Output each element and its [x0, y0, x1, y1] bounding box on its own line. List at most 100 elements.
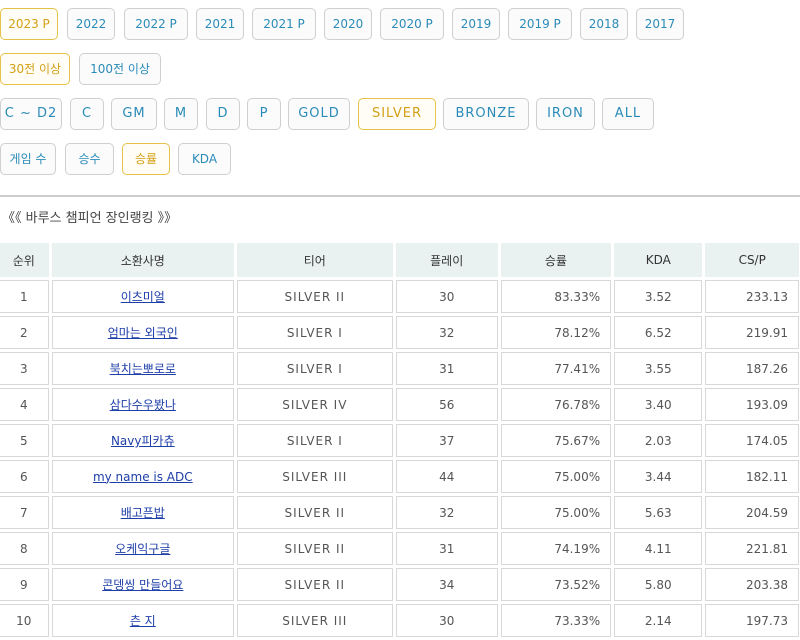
cell-summoner-name: 북치는뽀로로: [51, 352, 234, 385]
cell-tier: SILVER II: [236, 568, 393, 601]
cell-plays: 30: [395, 604, 498, 637]
filter-year-2020p[interactable]: 2020 P: [380, 8, 444, 40]
table-row: 2 엄마는 외국인 SILVER I 32 78.12% 6.52 219.91: [0, 316, 799, 349]
cell-winrate: 77.41%: [500, 352, 612, 385]
filter-tier-p[interactable]: P: [247, 98, 281, 130]
summoner-name-link[interactable]: 배고픈밥: [121, 506, 165, 520]
cell-winrate: 75.00%: [500, 496, 612, 529]
filter-year-2022p[interactable]: 2022 P: [124, 8, 188, 40]
cell-plays: 31: [395, 532, 498, 565]
table-row: 1 이츠미얼 SILVER II 30 83.33% 3.52 233.13: [0, 280, 799, 313]
filter-year-2022[interactable]: 2022: [67, 8, 115, 40]
cell-tier: SILVER III: [236, 604, 393, 637]
cell-kda: 5.80: [614, 568, 703, 601]
filter-30-games[interactable]: 30전 이상: [0, 53, 70, 85]
table-row: 7 배고픈밥 SILVER II 32 75.00% 5.63 204.59: [0, 496, 799, 529]
filter-100-games[interactable]: 100전 이상: [79, 53, 161, 85]
cell-tier: SILVER I: [236, 424, 393, 457]
cell-tier: SILVER III: [236, 460, 393, 493]
sort-winrate-button[interactable]: 승률: [122, 143, 170, 175]
cell-cs: 203.38: [705, 568, 799, 601]
cell-cs: 193.09: [705, 388, 799, 421]
summoner-name-link[interactable]: my name is ADC: [93, 470, 193, 484]
ranking-table: 순위 소환사명 티어 플레이 승률 KDA CS/P 1 이츠미얼 SILVER I…: [0, 240, 800, 640]
summoner-name-link[interactable]: Navy피카츄: [111, 434, 175, 448]
filter-year-2021[interactable]: 2021: [196, 8, 244, 40]
summoner-name-link[interactable]: 엄마는 외국인: [108, 326, 178, 340]
cell-rank: 8: [0, 532, 49, 565]
table-row: 9 콘뎅씽 만들어요 SILVER II 34 73.52% 5.80 203.38: [0, 568, 799, 601]
cell-plays: 32: [395, 496, 498, 529]
table-row: 5 Navy피카츄 SILVER I 37 75.67% 2.03 174.05: [0, 424, 799, 457]
table-row: 4 삼다수우봤나 SILVER IV 56 76.78% 3.40 193.09: [0, 388, 799, 421]
filter-year-2020[interactable]: 2020: [324, 8, 372, 40]
filter-year-2021p[interactable]: 2021 P: [252, 8, 316, 40]
filter-tier-bronze[interactable]: BRONZE: [443, 98, 529, 130]
filter-year-2019p[interactable]: 2019 P: [508, 8, 572, 40]
cell-cs: 204.59: [705, 496, 799, 529]
table-header-row: 순위 소환사명 티어 플레이 승률 KDA CS/P: [0, 243, 799, 277]
summoner-name-link[interactable]: 북치는뽀로로: [110, 362, 176, 376]
cell-summoner-name: Navy피카츄: [51, 424, 234, 457]
summoner-name-link[interactable]: 콘뎅씽 만들어요: [102, 578, 183, 592]
column-header-rank: 순위: [0, 243, 49, 277]
filter-tier-c-d2[interactable]: C ~ D2: [0, 98, 62, 130]
cell-plays: 31: [395, 352, 498, 385]
table-row: 10 츤 지 SILVER III 30 73.33% 2.14 197.73: [0, 604, 799, 637]
filter-tier-m[interactable]: M: [164, 98, 198, 130]
column-header-summoner: 소환사명: [51, 243, 234, 277]
cell-rank: 2: [0, 316, 49, 349]
cell-tier: SILVER II: [236, 532, 393, 565]
filter-tier-silver[interactable]: SILVER: [358, 98, 436, 130]
summoner-name-link[interactable]: 삼다수우봤나: [110, 398, 176, 412]
cell-kda: 3.55: [614, 352, 703, 385]
summoner-name-link[interactable]: 오케익구글: [115, 542, 170, 556]
cell-kda: 3.52: [614, 280, 703, 313]
cell-cs: 174.05: [705, 424, 799, 457]
cell-tier: SILVER IV: [236, 388, 393, 421]
cell-plays: 44: [395, 460, 498, 493]
cell-rank: 5: [0, 424, 49, 457]
filter-tier-gm[interactable]: GM: [111, 98, 157, 130]
summoner-name-link[interactable]: 츤 지: [130, 614, 156, 628]
cell-tier: SILVER I: [236, 316, 393, 349]
sort-kda-button[interactable]: KDA: [178, 143, 231, 175]
filter-year-2018[interactable]: 2018: [580, 8, 628, 40]
cell-kda: 4.11: [614, 532, 703, 565]
cell-tier: SILVER I: [236, 352, 393, 385]
cell-summoner-name: 이츠미얼: [51, 280, 234, 313]
filter-year-2023p[interactable]: 2023 P: [0, 8, 58, 40]
cell-kda: 3.44: [614, 460, 703, 493]
sort-wins-button[interactable]: 승수: [65, 143, 114, 175]
cell-winrate: 73.52%: [500, 568, 612, 601]
cell-winrate: 73.33%: [500, 604, 612, 637]
cell-rank: 7: [0, 496, 49, 529]
filter-tier-d[interactable]: D: [206, 98, 240, 130]
cell-summoner-name: 오케익구글: [51, 532, 234, 565]
cell-winrate: 78.12%: [500, 316, 612, 349]
cell-kda: 2.03: [614, 424, 703, 457]
filter-tier-all[interactable]: ALL: [602, 98, 654, 130]
filter-year-2019[interactable]: 2019: [452, 8, 500, 40]
cell-cs: 219.91: [705, 316, 799, 349]
cell-plays: 37: [395, 424, 498, 457]
column-header-tier: 티어: [236, 243, 393, 277]
ranking-heading: 《《 바루스 챔피언 장인랭킹 》》: [2, 211, 178, 226]
summoner-name-link[interactable]: 이츠미얼: [121, 290, 165, 304]
table-row: 3 북치는뽀로로 SILVER I 31 77.41% 3.55 187.26: [0, 352, 799, 385]
sort-games-button[interactable]: 게임 수: [0, 143, 56, 175]
cell-winrate: 75.67%: [500, 424, 612, 457]
cell-winrate: 76.78%: [500, 388, 612, 421]
filter-tier-c[interactable]: C: [70, 98, 104, 130]
column-header-kda: KDA: [614, 243, 703, 277]
cell-plays: 30: [395, 280, 498, 313]
filter-tier-gold[interactable]: GOLD: [288, 98, 350, 130]
filter-tier-iron[interactable]: IRON: [536, 98, 595, 130]
cell-kda: 2.14: [614, 604, 703, 637]
cell-rank: 3: [0, 352, 49, 385]
column-header-cs: CS/P: [705, 243, 799, 277]
cell-summoner-name: 삼다수우봤나: [51, 388, 234, 421]
column-header-winrate: 승률: [500, 243, 612, 277]
filter-year-2017[interactable]: 2017: [636, 8, 684, 40]
cell-rank: 9: [0, 568, 49, 601]
